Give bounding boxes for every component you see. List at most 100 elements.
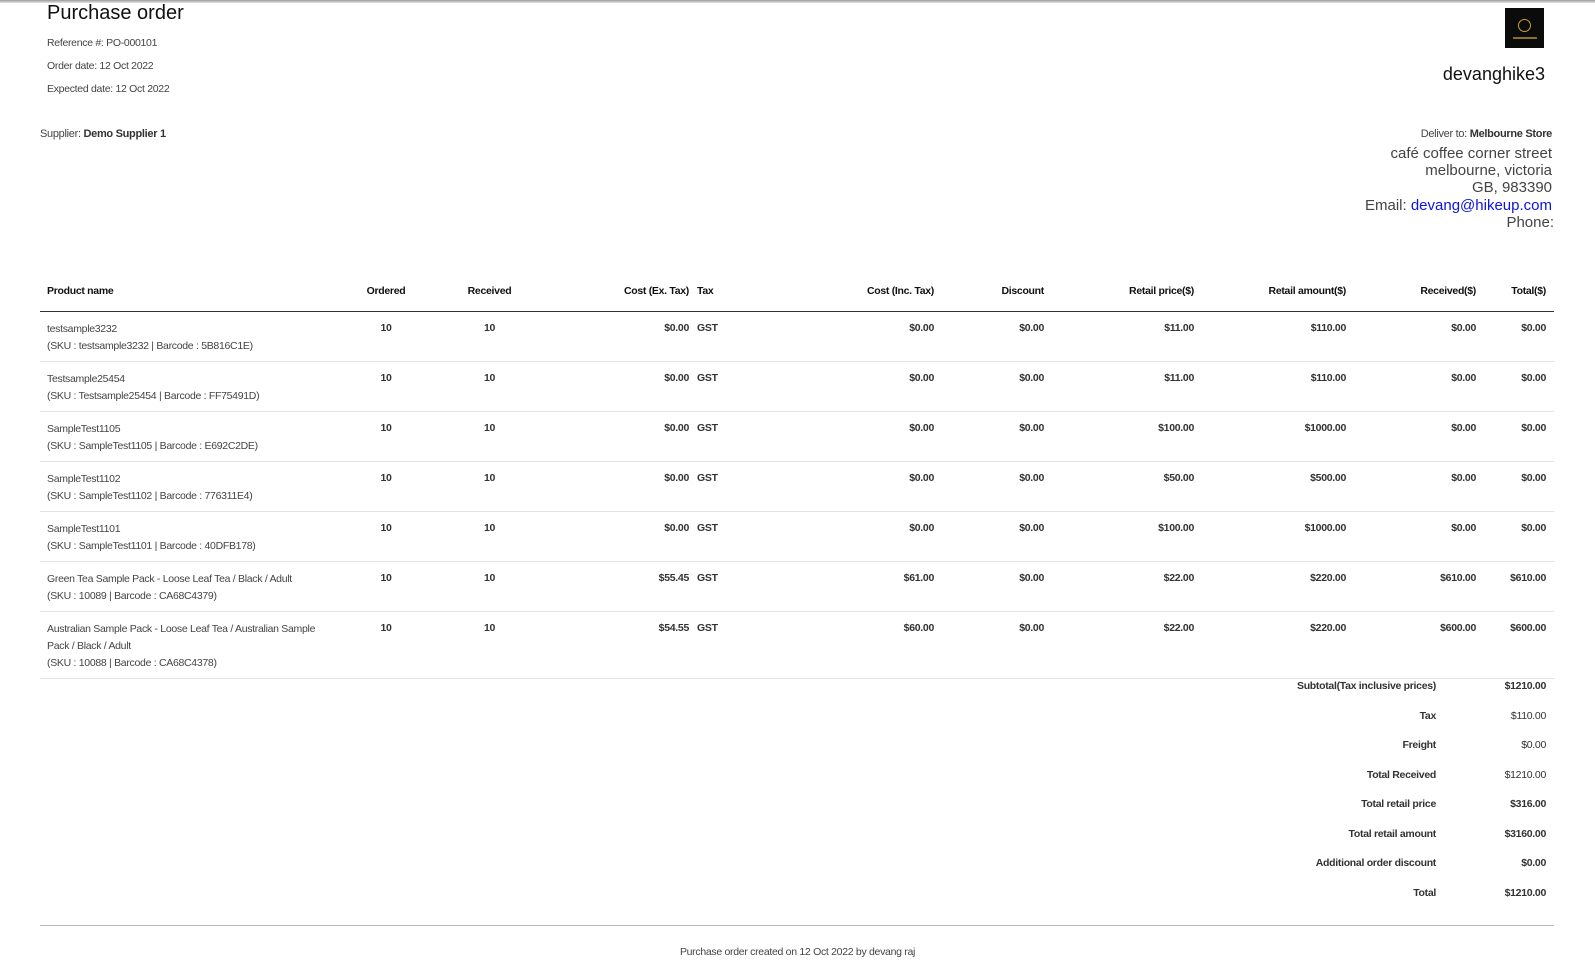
top-border <box>0 0 1595 3</box>
total-cell: $0.00 <box>1484 311 1554 362</box>
freight-label: Freight <box>1402 739 1437 751</box>
col-header-received-amount: Received($) <box>1354 272 1484 312</box>
table-row: testsample3232 (SKU : testsample3232 | Ba… <box>40 311 1554 362</box>
product-name: SampleTest1102 <box>47 472 121 485</box>
col-header-discount: Discount <box>942 272 1052 312</box>
product-cell: SampleTest1105 (SKU : SampleTest1105 | Ba… <box>40 411 340 462</box>
total-retail-price-value: $316.00 <box>1510 798 1546 810</box>
tax-cell: GST <box>697 311 752 362</box>
product-sku: (SKU : SampleTest1102 | Barcode : 776311… <box>47 489 253 502</box>
product-sku: (SKU : SampleTest1105 | Barcode : E692C2… <box>47 439 258 452</box>
ordered-cell: 10 <box>340 611 432 679</box>
received-cell: 10 <box>432 561 547 612</box>
grand-total-row: Total $1210.00 <box>1200 887 1554 917</box>
received-amount-cell: $0.00 <box>1354 311 1484 362</box>
product-cell: testsample3232 (SKU : testsample3232 | Ba… <box>40 311 340 362</box>
total-received-value: $1210.00 <box>1504 768 1547 781</box>
received-cell: 10 <box>432 611 547 679</box>
total-cell: $600.00 <box>1484 611 1554 679</box>
ordered-cell: 10 <box>340 361 432 412</box>
received-cell: 10 <box>432 311 547 362</box>
deliver-label: Deliver to: <box>1420 128 1468 140</box>
email-link[interactable]: devang@hikeup.com <box>1411 197 1552 214</box>
tax-label: Tax <box>1419 709 1437 722</box>
col-header-retail-price: Retail price($) <box>1052 272 1202 312</box>
discount-cell: $0.00 <box>942 311 1052 362</box>
product-sku: (SKU : 10089 | Barcode : CA68C4379) <box>47 589 217 602</box>
received-amount-cell: $0.00 <box>1354 361 1484 412</box>
product-cell: Australian Sample Pack - Loose Leaf Tea … <box>40 611 340 679</box>
total-cell: $0.00 <box>1484 461 1554 512</box>
ordered-cell: 10 <box>340 561 432 612</box>
cost-inc-tax-cell: $0.00 <box>752 411 942 462</box>
table-row: SampleTest1105 (SKU : SampleTest1105 | Ba… <box>40 411 1554 462</box>
discount-cell: $0.00 <box>942 361 1052 412</box>
subtotal-value: $1210.00 <box>1504 680 1547 692</box>
subtotal-label: Subtotal(Tax inclusive prices) <box>1296 680 1436 692</box>
received-cell: 10 <box>432 461 547 512</box>
retail-price-cell: $11.00 <box>1052 311 1202 362</box>
col-header-cost-inc-tax: Cost (Inc. Tax) <box>752 272 942 312</box>
cost-ex-tax-cell: $54.55 <box>547 611 697 679</box>
subtotal-row: Subtotal(Tax inclusive prices) $1210.00 <box>1200 680 1554 710</box>
totals-summary: Subtotal(Tax inclusive prices) $1210.00 T… <box>1200 680 1554 916</box>
product-name: Green Tea Sample Pack - Loose Leaf Tea /… <box>47 572 292 585</box>
cost-ex-tax-cell: $55.45 <box>547 561 697 612</box>
retail-amount-cell: $110.00 <box>1202 311 1354 362</box>
product-sku: (SKU : SampleTest1101 | Barcode : 40DFB1… <box>47 539 256 552</box>
retail-price-cell: $11.00 <box>1052 361 1202 412</box>
total-received-label: Total Received <box>1366 768 1436 781</box>
additional-discount-label: Additional order discount <box>1315 857 1437 869</box>
product-name: SampleTest1101 <box>47 522 121 535</box>
product-cell: SampleTest1102 (SKU : SampleTest1102 | Ba… <box>40 461 340 512</box>
cost-ex-tax-cell: $0.00 <box>547 461 697 512</box>
table-header-row: Product name Ordered Received Cost (Ex. … <box>40 272 1554 312</box>
product-sku: (SKU : testsample3232 | Barcode : 5B816C… <box>47 339 253 352</box>
freight-row: Freight $0.00 <box>1200 739 1554 769</box>
product-cell: Green Tea Sample Pack - Loose Leaf Tea /… <box>40 561 340 612</box>
product-cell: SampleTest1101 (SKU : SampleTest1101 | Ba… <box>40 511 340 562</box>
cost-ex-tax-cell: $0.00 <box>547 511 697 562</box>
total-retail-amount-label: Total retail amount <box>1348 827 1437 840</box>
col-header-tax: Tax <box>697 272 752 312</box>
supplier-label: Supplier: <box>40 128 81 140</box>
retail-price-cell: $22.00 <box>1052 561 1202 612</box>
received-cell: 10 <box>432 411 547 462</box>
total-cell: $610.00 <box>1484 561 1554 612</box>
discount-cell: $0.00 <box>942 461 1052 512</box>
page-title: Purchase order <box>47 2 184 24</box>
total-retail-price-row: Total retail price $316.00 <box>1200 798 1554 828</box>
discount-cell: $0.00 <box>942 611 1052 679</box>
tax-row: Tax $110.00 <box>1200 710 1554 740</box>
email-line: Email: devang@hikeup.com <box>1365 197 1552 214</box>
product-name: SampleTest1105 <box>47 422 121 435</box>
product-sku: (SKU : 10088 | Barcode : CA68C4378) <box>47 656 217 669</box>
retail-amount-cell: $500.00 <box>1202 461 1354 512</box>
discount-cell: $0.00 <box>942 411 1052 462</box>
received-amount-cell: $600.00 <box>1354 611 1484 679</box>
table-row: SampleTest1102 (SKU : SampleTest1102 | Ba… <box>40 461 1554 512</box>
grand-total-label: Total <box>1413 886 1436 899</box>
total-cell: $0.00 <box>1484 361 1554 412</box>
cost-inc-tax-cell: $0.00 <box>752 311 942 362</box>
table-row: Green Tea Sample Pack - Loose Leaf Tea /… <box>40 561 1554 612</box>
retail-amount-cell: $1000.00 <box>1202 411 1354 462</box>
total-cell: $0.00 <box>1484 411 1554 462</box>
total-retail-price-label: Total retail price <box>1361 798 1436 810</box>
deliver-store: Melbourne Store <box>1469 128 1553 140</box>
product-name: Australian Sample Pack - Loose Leaf Tea … <box>47 622 316 652</box>
col-header-total: Total($) <box>1484 272 1554 312</box>
retail-price-cell: $50.00 <box>1052 461 1202 512</box>
supplier-name: Demo Supplier 1 <box>83 128 166 140</box>
cost-ex-tax-cell: $0.00 <box>547 361 697 412</box>
cost-ex-tax-cell: $0.00 <box>547 311 697 362</box>
col-header-retail-amount: Retail amount($) <box>1202 272 1354 312</box>
tax-cell: GST <box>697 361 752 412</box>
product-name: Testsample25454 <box>47 372 125 385</box>
discount-cell: $0.00 <box>942 511 1052 562</box>
items-table: Product name Ordered Received Cost (Ex. … <box>40 272 1554 679</box>
product-sku: (SKU : Testsample25454 | Barcode : FF754… <box>47 389 260 402</box>
footer-note: Purchase order created on 12 Oct 2022 by… <box>679 946 916 958</box>
received-amount-cell: $610.00 <box>1354 561 1484 612</box>
expected-date: Expected date: 12 Oct 2022 <box>47 83 170 95</box>
